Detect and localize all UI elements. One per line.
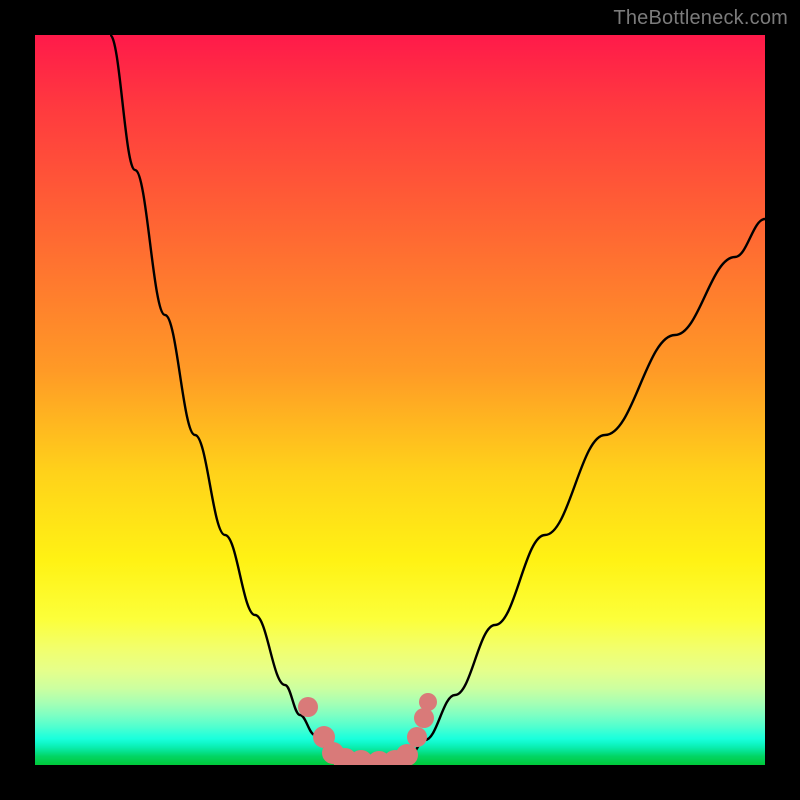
bottleneck-curve [110, 35, 765, 763]
curve-left [110, 35, 380, 763]
marker-dot [396, 744, 418, 765]
chart-plot-area [35, 35, 765, 765]
chart-svg [35, 35, 765, 765]
watermark-text: TheBottleneck.com [613, 7, 788, 30]
marker-dot [407, 727, 427, 747]
chart-frame: TheBottleneck.com [0, 0, 800, 800]
marker-dot [414, 708, 434, 728]
curve-right [380, 219, 765, 763]
marker-dot [298, 697, 318, 717]
curve-markers [298, 693, 437, 765]
marker-dot [419, 693, 437, 711]
